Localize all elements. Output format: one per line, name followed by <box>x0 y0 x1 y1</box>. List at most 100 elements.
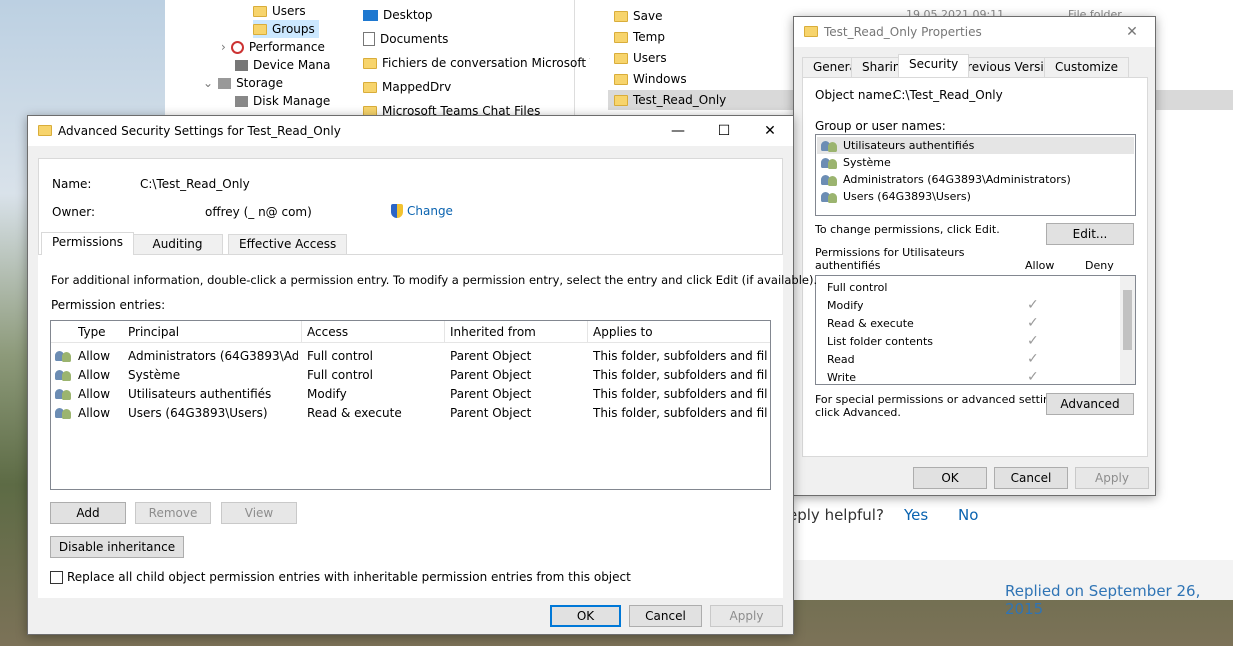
check-icon: ✓ <box>1027 369 1039 385</box>
col-principal[interactable]: Principal <box>128 325 179 339</box>
edit-button[interactable]: Edit... <box>1046 223 1134 245</box>
scrollbar-thumb[interactable] <box>1123 290 1132 350</box>
table-cell: Allow <box>78 406 111 420</box>
table-row[interactable]: Allow Système Full control Parent Object Thi… <box>51 366 770 385</box>
permission-entries-table: Type Principal Access Inherited from App… <box>50 320 771 490</box>
special-permissions-text: For special permissions or advanced sett… <box>815 393 1067 406</box>
view-button[interactable]: View <box>221 502 297 524</box>
users-icon <box>55 406 72 419</box>
group-names-list[interactable]: Utilisateurs authentifiés Système Admini… <box>815 134 1136 216</box>
table-header: Type Principal Access Inherited from App… <box>51 321 770 343</box>
cancel-button[interactable]: Cancel <box>629 605 702 627</box>
check-icon: ✓ <box>1027 333 1039 349</box>
permissions-list: Full control Modify ✓ Read & execute ✓ List f… <box>815 275 1136 385</box>
permissions-tab-panel: For additional information, double-click… <box>38 254 817 598</box>
tab-effective-access[interactable]: Effective Access <box>228 234 348 255</box>
table-row[interactable]: Allow Utilisateurs authentifiés Modify Pare… <box>51 385 770 404</box>
tree-item-device-manager[interactable]: Device Manag <box>235 56 338 74</box>
replace-entries-checkbox[interactable] <box>50 570 63 584</box>
users-icon <box>55 349 72 362</box>
col-applies-to[interactable]: Applies to <box>593 325 653 339</box>
file-item-temp[interactable]: Temp <box>614 28 665 46</box>
close-icon[interactable]: ✕ <box>747 116 793 146</box>
file-item-users[interactable]: Users <box>614 49 667 67</box>
chevron-right-icon: › <box>221 40 226 54</box>
file-item-test-read-only[interactable]: Test_Read_Only <box>614 91 726 109</box>
tree-item-groups[interactable]: Groups <box>253 20 319 38</box>
permission-label: Modify <box>827 299 864 312</box>
ok-button[interactable]: OK <box>550 605 621 627</box>
col-access[interactable]: Access <box>307 325 348 339</box>
uac-shield-icon <box>391 204 403 218</box>
table-row[interactable]: Allow Users (64G3893\Users) Read & execute… <box>51 404 770 423</box>
table-cell: Utilisateurs authentifiés <box>128 387 272 401</box>
properties-titlebar: Test_Read_Only Properties ✕ <box>794 17 1155 47</box>
device-manager-icon <box>235 59 248 71</box>
tab-security[interactable]: Security <box>898 54 970 77</box>
props-ok-button[interactable]: OK <box>913 467 987 489</box>
group-item-administrators[interactable]: Administrators (64G3893\Administrators) <box>821 171 1071 188</box>
users-icon <box>821 190 838 203</box>
close-icon[interactable]: ✕ <box>1109 17 1155 47</box>
users-icon <box>55 368 72 381</box>
check-icon: ✓ <box>1027 297 1039 313</box>
explorer-tree-panel: Users Groups › Performance Device Manag ⌄… <box>165 0 338 116</box>
props-cancel-button[interactable]: Cancel <box>994 467 1068 489</box>
tree-item-storage[interactable]: ⌄ Storage <box>203 74 283 92</box>
change-owner-link[interactable]: Change <box>391 204 453 218</box>
tab-auditing[interactable]: Auditing <box>132 234 223 255</box>
permissions-scrollbar[interactable] <box>1120 276 1135 384</box>
group-item-users[interactable]: Users (64G3893\Users) <box>821 188 971 205</box>
tab-permissions[interactable]: Permissions <box>41 232 134 255</box>
no-link[interactable]: No <box>958 506 978 524</box>
replied-date: Replied on September 26, 2015 <box>1005 582 1201 618</box>
table-cell: Parent Object <box>450 349 532 363</box>
table-cell: Administrators (64G3893\Ad... <box>128 349 298 363</box>
col-type[interactable]: Type <box>78 325 106 339</box>
permission-entries-label: Permission entries: <box>51 298 166 312</box>
permission-label: Read & execute <box>827 317 914 330</box>
check-icon: ✓ <box>1027 351 1039 367</box>
quick-item-mappeddrv[interactable]: MappedDrv <box>363 78 451 96</box>
table-cell: This folder, subfolders and files <box>593 368 768 382</box>
tree-item-users[interactable]: Users <box>253 2 306 20</box>
quick-item-documents[interactable]: Documents <box>363 30 448 48</box>
permission-label: Full control <box>827 281 888 294</box>
tree-item-performance[interactable]: › Performance <box>221 38 325 56</box>
table-cell: Système <box>128 368 181 382</box>
users-icon <box>55 387 72 400</box>
advanced-security-dialog: Advanced Security Settings for Test_Read… <box>27 115 817 635</box>
props-apply-button[interactable]: Apply <box>1075 467 1149 489</box>
info-text: For additional information, double-click… <box>51 273 818 287</box>
tab-customize[interactable]: Customize <box>1044 57 1129 78</box>
quick-item-desktop[interactable]: Desktop <box>363 6 433 24</box>
yes-link[interactable]: Yes <box>904 506 928 524</box>
permission-row: Modify ✓ <box>816 297 1120 315</box>
users-icon <box>821 173 838 186</box>
tree-item-disk-management[interactable]: Disk Managen <box>235 92 338 110</box>
remove-button[interactable]: Remove <box>135 502 211 524</box>
performance-icon <box>230 40 244 54</box>
file-item-windows[interactable]: Windows <box>614 70 687 88</box>
group-item-utilisateurs[interactable]: Utilisateurs authentifiés <box>821 137 974 154</box>
maximize-icon[interactable]: ☐ <box>701 116 747 146</box>
table-cell: This folder, subfolders and files <box>593 387 768 401</box>
quick-item-conversations[interactable]: Fichiers de conversation Microsoft T <box>363 54 597 72</box>
change-permissions-text: To change permissions, click Edit. <box>815 223 1000 236</box>
documents-icon <box>363 32 375 46</box>
table-row[interactable]: Allow Administrators (64G3893\Ad... Full c… <box>51 347 770 366</box>
table-cell: This folder, subfolders and files <box>593 406 768 420</box>
add-button[interactable]: Add <box>50 502 126 524</box>
advanced-button[interactable]: Advanced <box>1046 393 1134 415</box>
object-name-value: C:\Test_Read_Only <box>893 88 1003 102</box>
disable-inheritance-button[interactable]: Disable inheritance <box>50 536 184 558</box>
file-item-save[interactable]: Save <box>614 7 662 25</box>
table-cell: Full control <box>307 368 373 382</box>
col-inherited-from[interactable]: Inherited from <box>450 325 536 339</box>
group-item-systeme[interactable]: Système <box>821 154 891 171</box>
name-label: Name: <box>52 177 92 191</box>
apply-button[interactable]: Apply <box>710 605 783 627</box>
minimize-icon[interactable]: — <box>655 116 701 146</box>
permission-row: Read ✓ <box>816 351 1120 369</box>
permission-row: Write ✓ <box>816 369 1120 387</box>
